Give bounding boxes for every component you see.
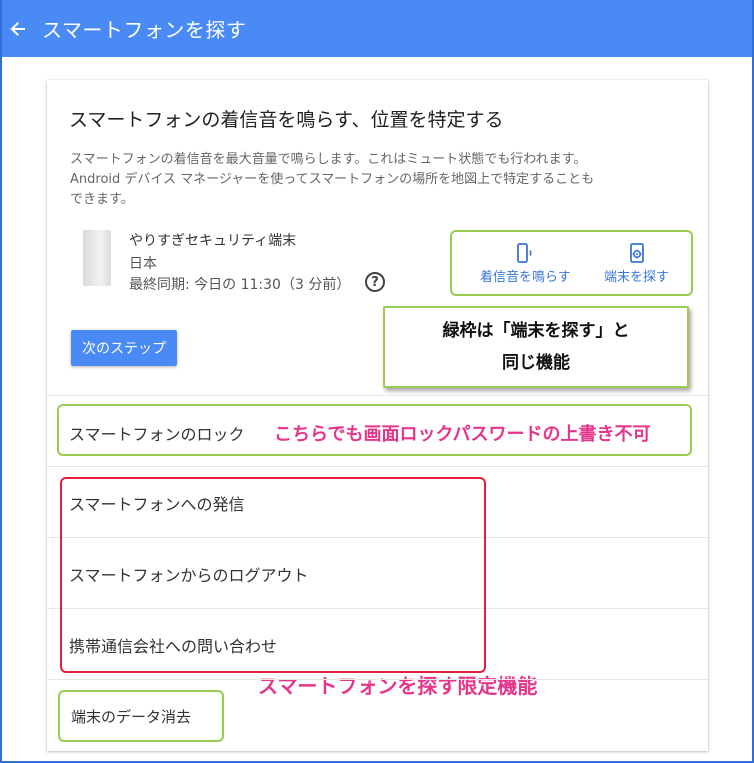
actions-highlight-box: 着信音を鳴らす 端末を探す — [450, 230, 693, 296]
description-line: スマートフォンの着信音を最大音量で鳴らします。これはミュート状態でも行われます。 — [70, 152, 587, 167]
description-line: できます。 — [70, 192, 134, 207]
callout-line: 緑枠は「端末を探す」と — [442, 321, 630, 341]
ring-phone-label: 着信音を鳴らす — [480, 270, 571, 285]
device-locate-icon — [629, 243, 644, 263]
help-icon[interactable]: ? — [365, 272, 385, 292]
find-phone-card: スマートフォンの着信音を鳴らす、位置を特定する スマートフォンの着信音を最大音量… — [47, 80, 708, 751]
divider — [47, 466, 708, 467]
annotation-lock-note: こちらでも画面ロックパスワードの上書き不可 — [274, 424, 651, 445]
phone-ring-icon — [517, 243, 532, 263]
annotation-limited-note: スマートフォンを探す限定機能 — [258, 674, 538, 698]
next-step-button[interactable]: 次のステップ — [71, 330, 177, 366]
annotation-box-limited — [60, 477, 486, 673]
annotation-box-erase — [58, 690, 224, 742]
section-heading: スマートフォンの着信音を鳴らす、位置を特定する — [69, 109, 504, 131]
device-last-sync: 最終同期: 今日の 11:30（3 分前） — [129, 277, 351, 293]
device-thumbnail — [83, 230, 111, 286]
page-title: スマートフォンを探す — [42, 18, 247, 42]
divider — [47, 679, 708, 680]
find-device-button[interactable]: 端末を探す — [604, 240, 669, 285]
callout-line: 同じ機能 — [502, 353, 570, 373]
find-device-label: 端末を探す — [604, 270, 670, 285]
device-country: 日本 — [129, 256, 157, 272]
device-name: やりすぎセキュリティ端末 — [129, 233, 297, 249]
arrow-back-icon — [10, 21, 25, 36]
top-app-bar: スマートフォンを探す — [0, 0, 754, 57]
divider — [47, 395, 708, 396]
ring-locate-section: スマートフォンの着信音を鳴らす、位置を特定する スマートフォンの着信音を最大音量… — [47, 80, 708, 395]
annotation-callout-green: 緑枠は「端末を探す」と 同じ機能 — [383, 306, 689, 388]
section-description: スマートフォンの着信音を最大音量で鳴らします。これはミュート状態でも行われます。… — [70, 150, 680, 210]
description-line: Android デバイス マネージャーを使ってスマートフォンの場所を地図上で特定… — [70, 172, 595, 187]
back-button[interactable] — [0, 0, 34, 57]
ring-phone-button[interactable]: 着信音を鳴らす — [480, 240, 571, 285]
